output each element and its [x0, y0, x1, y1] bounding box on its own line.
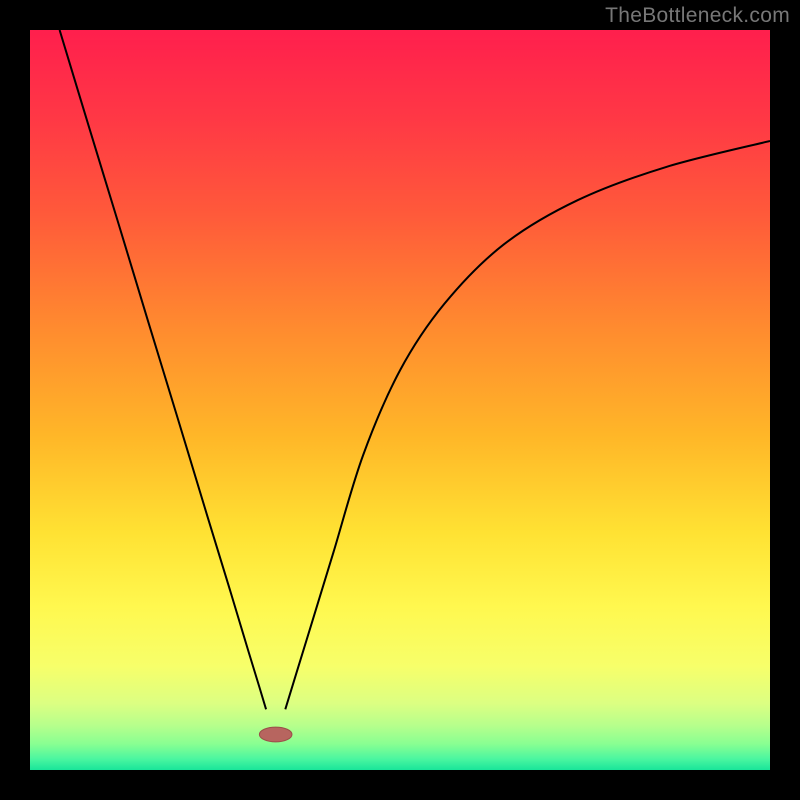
curve-left-branch: [60, 30, 266, 709]
bottleneck-curve: [30, 30, 770, 770]
chart-frame: TheBottleneck.com: [0, 0, 800, 800]
optimal-point-marker: [259, 727, 292, 742]
plot-area: [30, 30, 770, 770]
curve-right-branch: [285, 141, 770, 709]
watermark-text: TheBottleneck.com: [605, 4, 790, 28]
